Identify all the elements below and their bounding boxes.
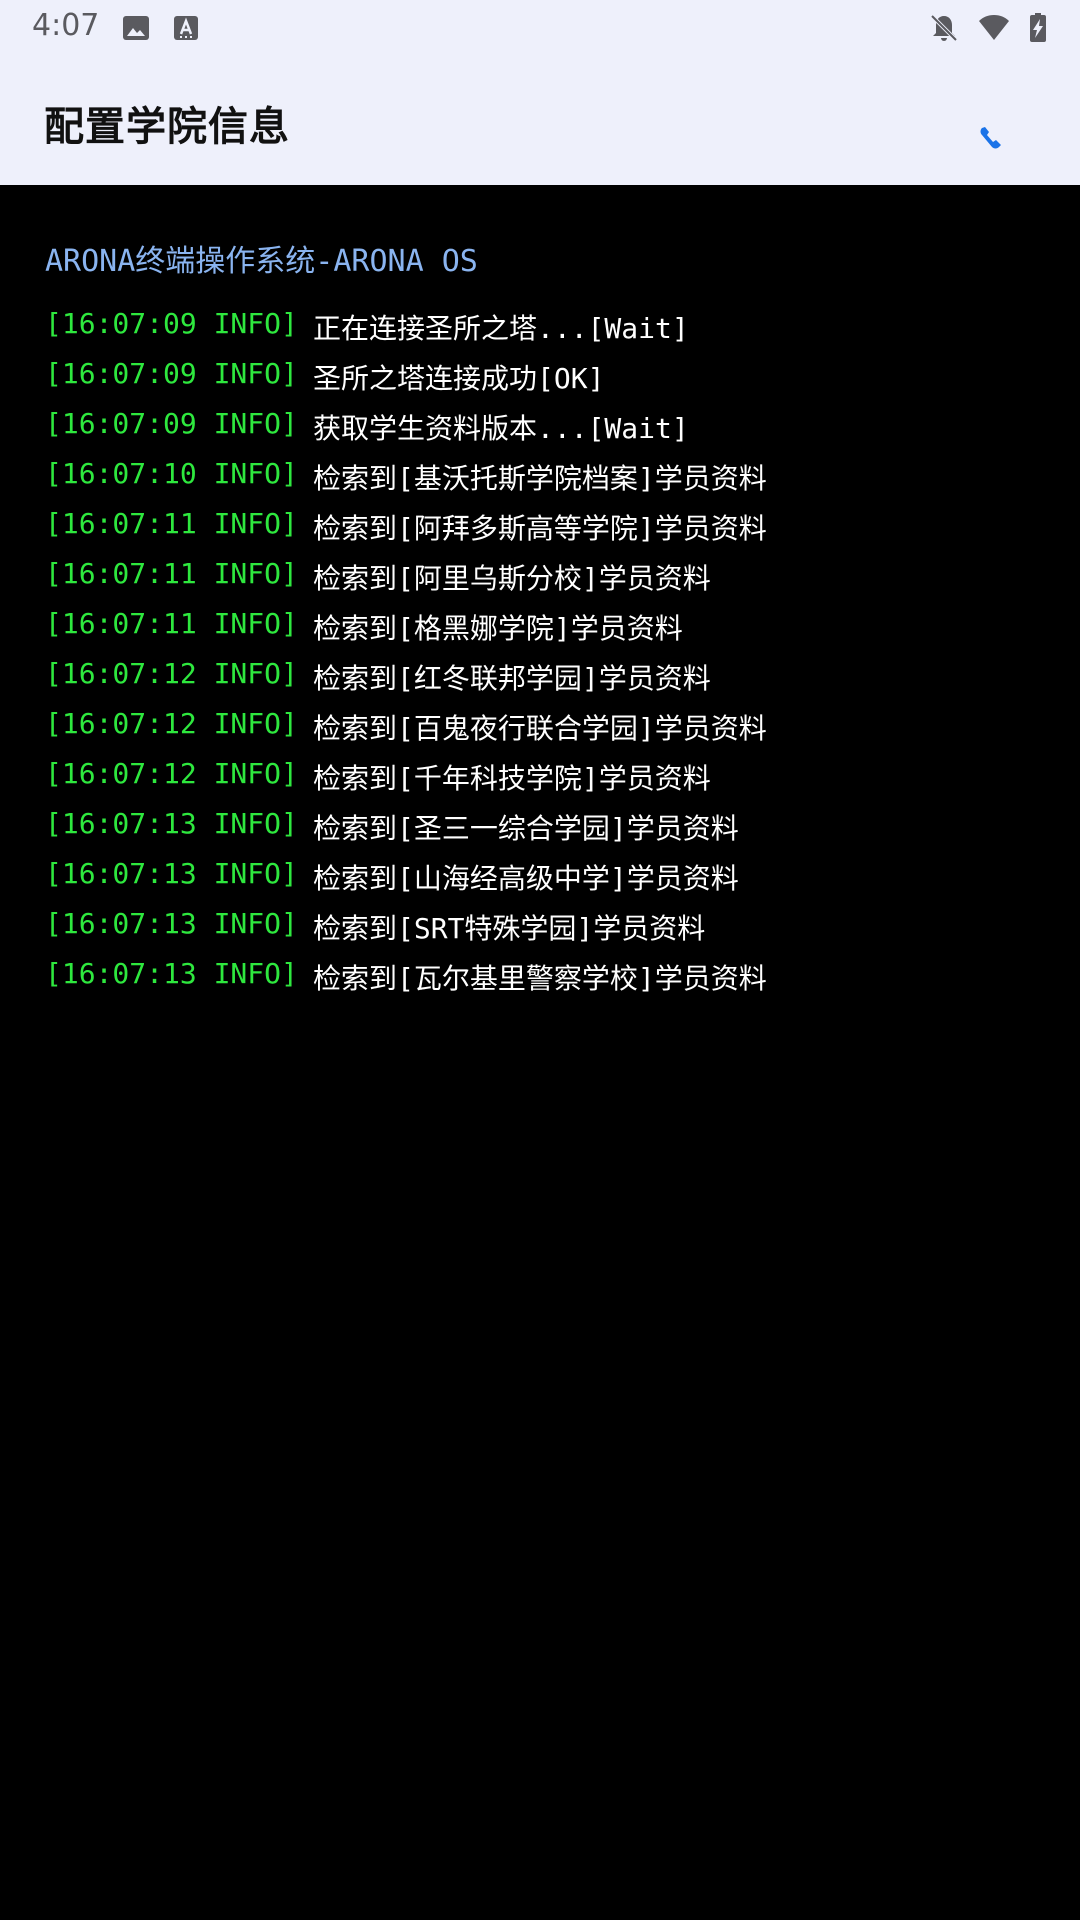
log-message: 获取学生资料版本...[Wait]	[313, 412, 689, 445]
log-message: 检索到[千年科技学院]学员资料	[313, 762, 711, 795]
log-timestamp: [16:07:13 INFO]	[45, 957, 298, 990]
app-bar: 配置学院信息	[0, 56, 1080, 185]
log-timestamp: [16:07:09 INFO]	[45, 307, 298, 340]
log-timestamp: [16:07:13 INFO]	[45, 857, 298, 890]
log-message: 检索到[红冬联邦学园]学员资料	[313, 662, 711, 695]
log-message: 检索到[阿拜多斯高等学院]学员资料	[313, 512, 767, 545]
log-message: 正在连接圣所之塔...[Wait]	[313, 312, 689, 345]
log-timestamp: [16:07:12 INFO]	[45, 757, 298, 790]
log-message: 检索到[阿里乌斯分校]学员资料	[313, 562, 711, 595]
log-message: 检索到[圣三一综合学园]学员资料	[313, 812, 739, 845]
bell-off-icon	[930, 14, 958, 42]
log-message: 圣所之塔连接成功[OK]	[313, 362, 605, 395]
phone-icon[interactable]	[960, 108, 1020, 168]
log-message: 检索到[格黑娜学院]学员资料	[313, 612, 683, 645]
log-timestamp: [16:07:11 INFO]	[45, 507, 298, 540]
log-timestamp: [16:07:13 INFO]	[45, 807, 298, 840]
terminal-header: ARONA终端操作系统-ARONA OS	[45, 244, 478, 279]
page-title: 配置学院信息	[44, 104, 290, 150]
battery-charging-icon	[1030, 13, 1046, 42]
log-message: 检索到[百鬼夜行联合学园]学员资料	[313, 712, 767, 745]
image-icon	[123, 16, 149, 40]
log-timestamp: [16:07:12 INFO]	[45, 707, 298, 740]
log-message: 检索到[基沃托斯学院档案]学员资料	[313, 462, 767, 495]
log-timestamp: [16:07:12 INFO]	[45, 657, 298, 690]
log-message: 检索到[瓦尔基里警察学校]学员资料	[313, 962, 767, 995]
status-bar: 4:07	[0, 0, 1080, 56]
log-timestamp: [16:07:11 INFO]	[45, 607, 298, 640]
log-timestamp: [16:07:11 INFO]	[45, 557, 298, 590]
log-timestamp: [16:07:09 INFO]	[45, 407, 298, 440]
status-time: 4:07	[32, 8, 100, 43]
text-a-icon	[174, 16, 198, 40]
log-timestamp: [16:07:09 INFO]	[45, 357, 298, 390]
log-timestamp: [16:07:10 INFO]	[45, 457, 298, 490]
log-message: 检索到[山海经高级中学]学员资料	[313, 862, 739, 895]
terminal-panel: ARONA终端操作系统-ARONA OS [16:07:09 INFO] 正在连…	[0, 185, 1080, 1920]
log-timestamp: [16:07:13 INFO]	[45, 907, 298, 940]
log-message: 检索到[SRT特殊学园]学员资料	[313, 912, 706, 945]
wifi-icon	[979, 15, 1009, 40]
